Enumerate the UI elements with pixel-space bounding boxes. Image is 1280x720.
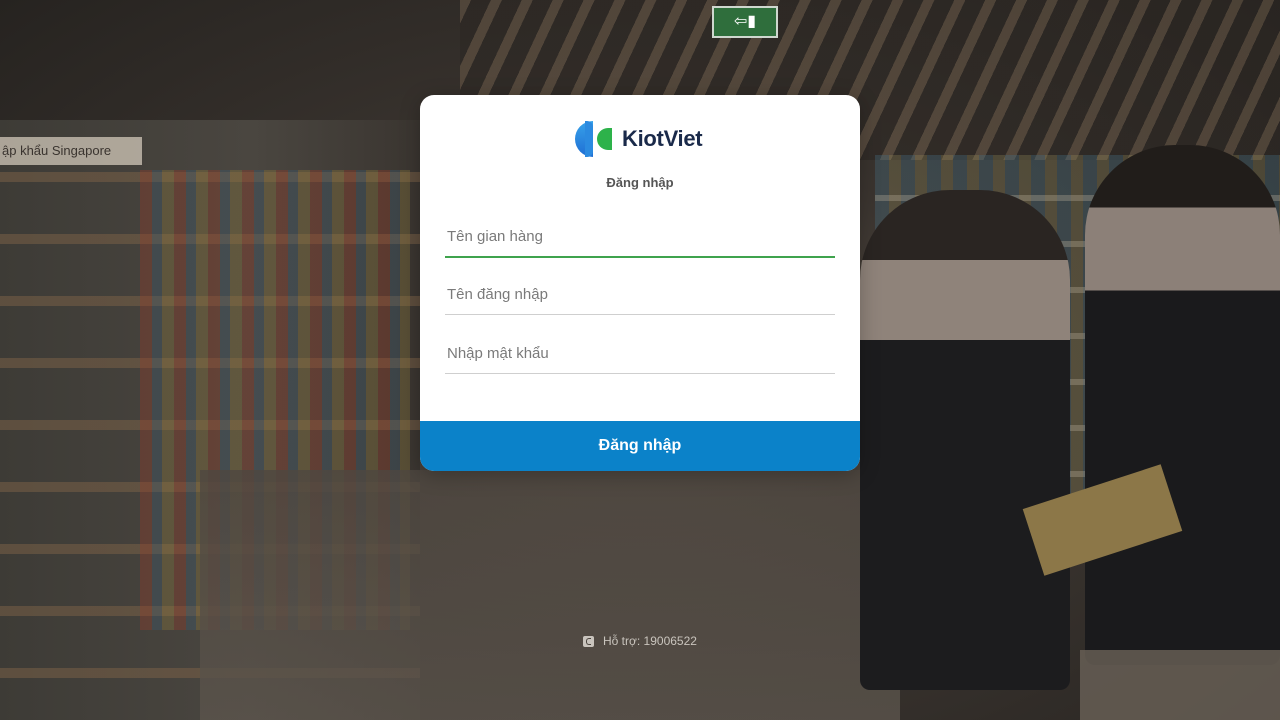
store-floor: [200, 470, 900, 720]
phone-icon: [583, 635, 594, 647]
store-name-input[interactable]: [445, 216, 835, 258]
kiotviet-logo-icon: [575, 120, 613, 158]
username-input[interactable]: [445, 275, 835, 315]
checkout-counter: [1080, 650, 1280, 720]
staff-woman: [860, 190, 1070, 690]
support-hotline: Hỗ trợ: 19006522: [583, 634, 697, 648]
store-sign: ập khẩu Singapore: [0, 137, 142, 165]
login-title: Đăng nhập: [606, 175, 674, 190]
login-button[interactable]: Đăng nhập: [420, 421, 860, 471]
staff-man: [1085, 145, 1280, 665]
kiotviet-logo: KiotViet: [575, 120, 703, 158]
support-text: Hỗ trợ: 19006522: [603, 634, 697, 648]
exit-sign: ⇦▮: [712, 6, 778, 38]
password-input[interactable]: [445, 334, 835, 374]
logo-text: KiotViet: [622, 126, 703, 151]
login-card: KiotViet Đăng nhập Đăng nhập: [420, 95, 860, 471]
